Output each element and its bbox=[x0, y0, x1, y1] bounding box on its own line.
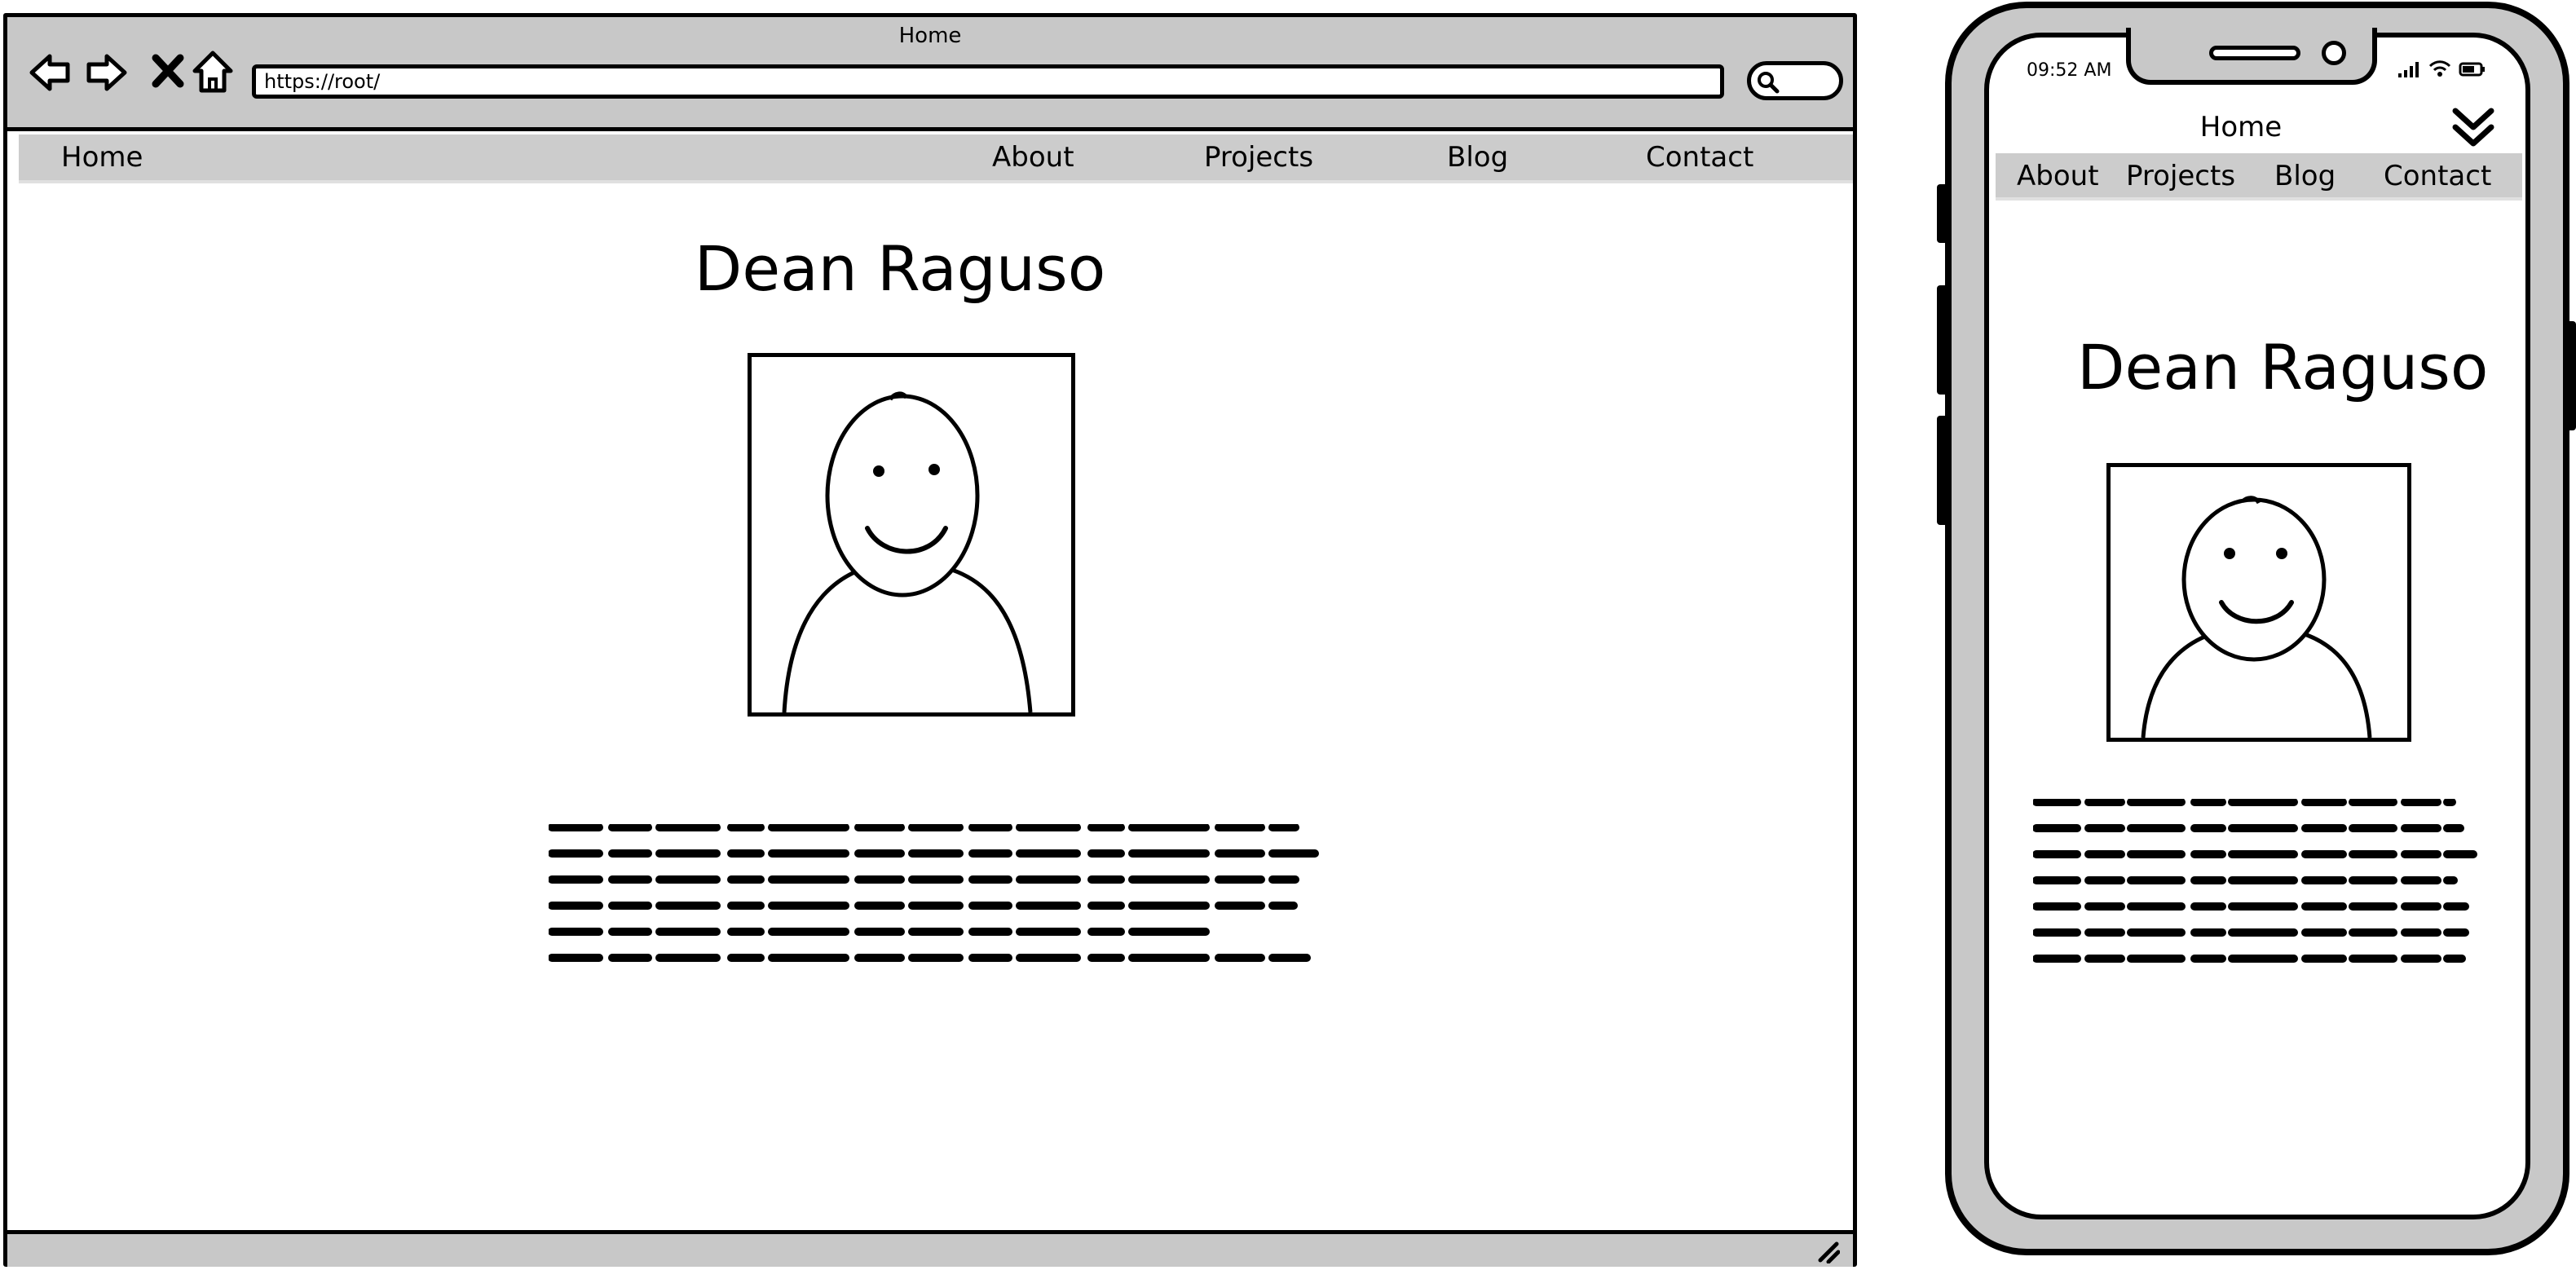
status-time: 09:52 AM bbox=[2027, 60, 2112, 81]
search-icon bbox=[1758, 72, 1780, 94]
phone-speaker bbox=[2209, 46, 2300, 60]
person-icon bbox=[782, 391, 1033, 713]
phone-volume-down-button bbox=[1937, 416, 1948, 525]
mobile-profile-image-placeholder bbox=[2106, 463, 2411, 742]
browser-window: Home https://root/ Home About Projects B… bbox=[3, 13, 1857, 1267]
browser-status-bar bbox=[7, 1230, 1853, 1267]
profile-image-placeholder bbox=[748, 353, 1075, 717]
wifi-icon bbox=[2428, 60, 2451, 77]
home-icon[interactable] bbox=[188, 48, 237, 97]
double-chevron-down-icon[interactable] bbox=[2449, 106, 2498, 152]
mobile-menu-item-projects[interactable]: Projects bbox=[2126, 160, 2235, 192]
window-title: Home bbox=[898, 24, 962, 48]
menu-item-contact[interactable]: Contact bbox=[1646, 141, 1753, 174]
browser-titlebar: Home https://root/ bbox=[7, 17, 1853, 131]
page-title: Dean Raguso bbox=[694, 232, 1106, 305]
resize-grip-icon[interactable] bbox=[1815, 1239, 1840, 1263]
site-menubar: Home About Projects Blog Contact bbox=[19, 134, 1853, 183]
mobile-menu-item-about[interactable]: About bbox=[2017, 160, 2099, 192]
menu-item-projects[interactable]: Projects bbox=[1204, 141, 1313, 174]
menu-item-home[interactable]: Home bbox=[61, 141, 143, 174]
phone-volume-up-button bbox=[1937, 285, 1948, 395]
close-x-icon[interactable] bbox=[144, 48, 193, 97]
mobile-menu-item-contact[interactable]: Contact bbox=[2384, 160, 2491, 192]
phone-camera bbox=[2322, 41, 2346, 65]
mobile-header-title: Home bbox=[2199, 111, 2283, 143]
menu-item-about[interactable]: About bbox=[992, 141, 1074, 174]
mobile-menu-item-blog[interactable]: Blog bbox=[2274, 160, 2336, 192]
signal-icon bbox=[2398, 62, 2419, 77]
browser-search-button[interactable] bbox=[1747, 61, 1843, 100]
back-arrow-icon[interactable] bbox=[25, 48, 74, 97]
battery-icon bbox=[2459, 62, 2485, 77]
url-field[interactable]: https://root/ bbox=[252, 64, 1724, 99]
menu-item-blog[interactable]: Blog bbox=[1447, 141, 1508, 174]
mobile-paragraph-placeholder bbox=[2033, 799, 2477, 963]
forward-arrow-icon[interactable] bbox=[82, 48, 131, 97]
phone-mute-switch bbox=[1937, 184, 1948, 243]
person-icon bbox=[2141, 496, 2372, 739]
mobile-menubar: About Projects Blog Contact bbox=[1996, 153, 2522, 201]
phone-power-button bbox=[2565, 321, 2576, 430]
mobile-page-title: Dean Raguso bbox=[2077, 331, 2489, 403]
paragraph-placeholder bbox=[549, 824, 1319, 962]
